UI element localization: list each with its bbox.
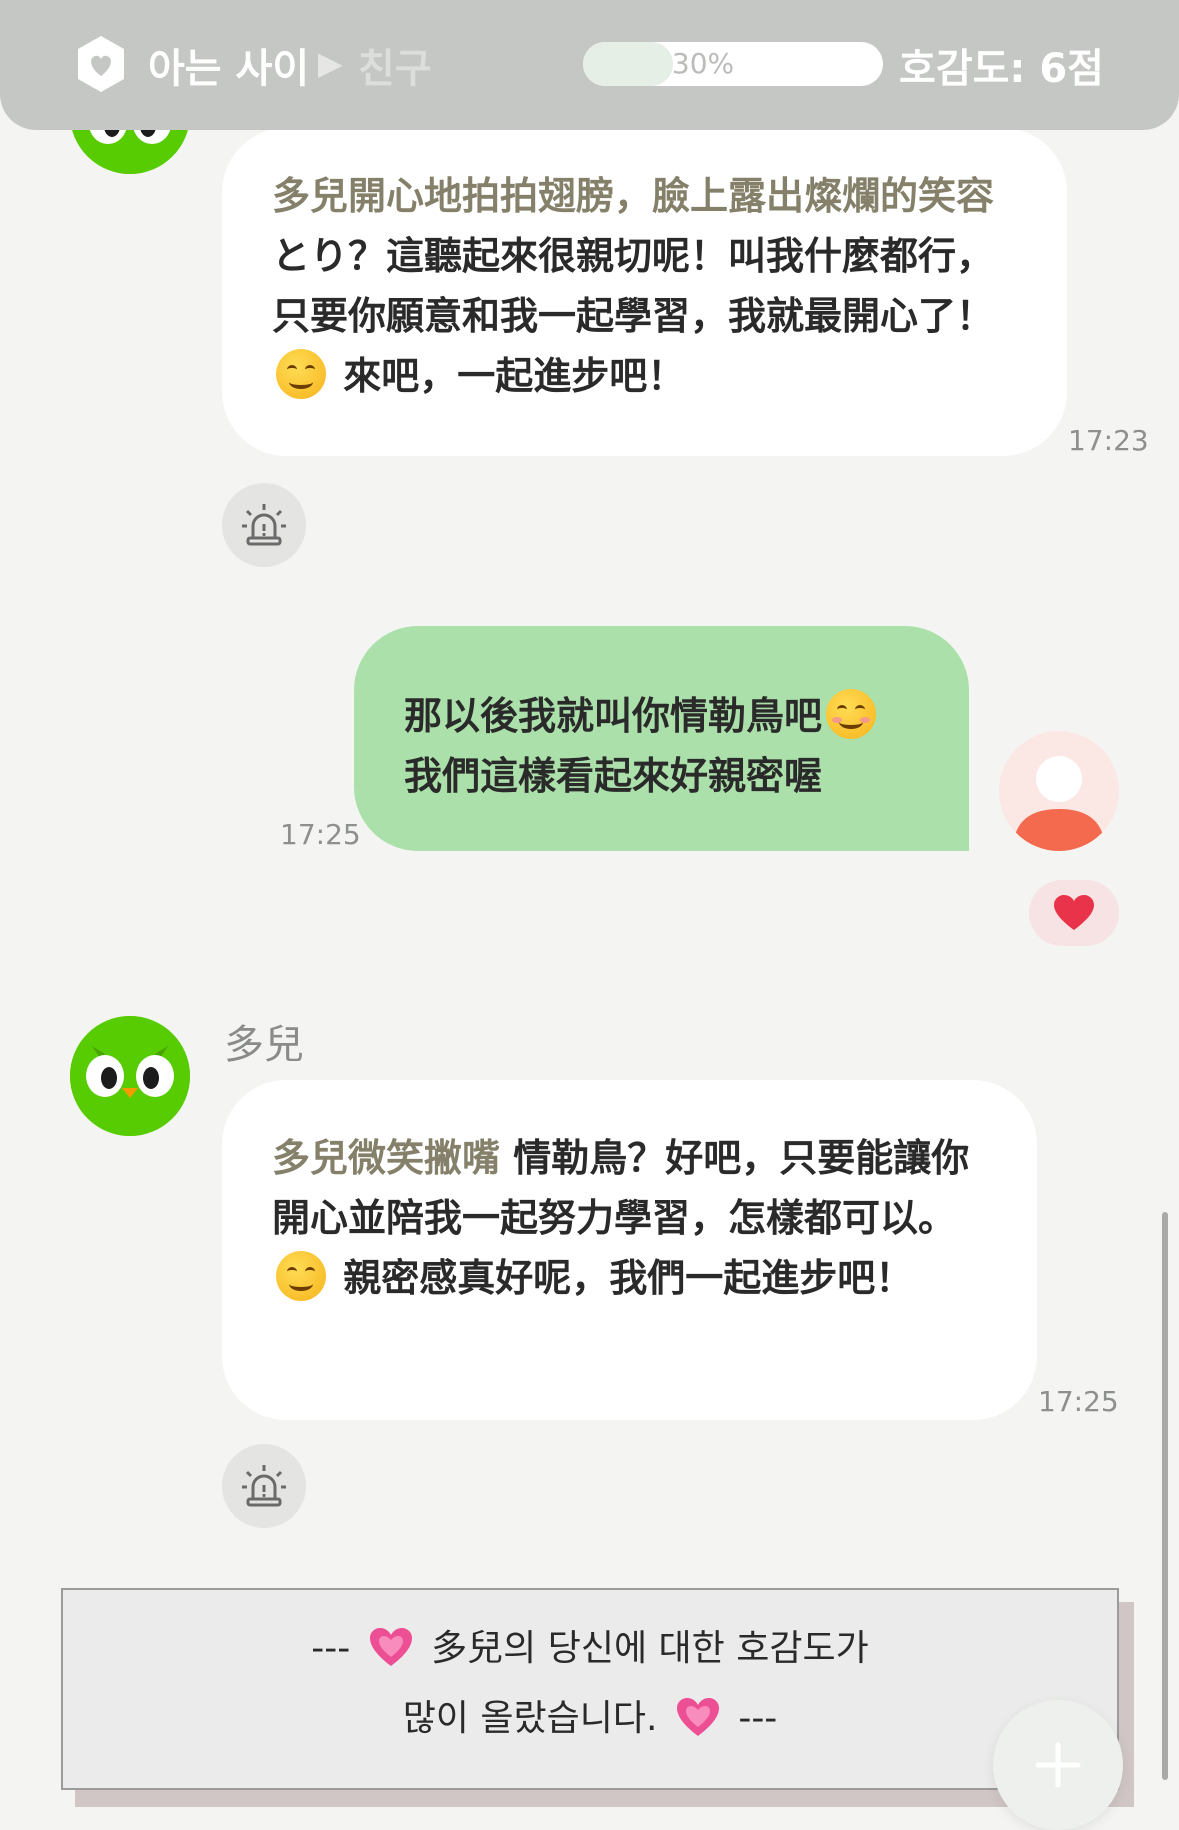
heart-icon	[1054, 895, 1094, 930]
report-alarm-button[interactable]	[222, 1444, 306, 1528]
growing-heart-icon	[369, 1628, 412, 1666]
message-timestamp: 17:25	[1038, 1385, 1119, 1418]
affinity-progress-label: 30%	[671, 47, 735, 80]
affinity-score: 호감도: 6점	[899, 46, 1104, 92]
relieved-face-icon	[826, 689, 877, 739]
owl-icon	[70, 1016, 190, 1136]
bot-avatar[interactable]	[70, 1016, 190, 1136]
bot-message-text: とり？這聽起來很親切呢！叫我什麼都行，只要你願意和我一起學習，我就最開心了！	[272, 234, 995, 338]
like-heart-button[interactable]	[1029, 880, 1119, 946]
relationship-arrow-icon: ▶	[318, 44, 343, 82]
message-timestamp: 17:25	[280, 818, 361, 851]
bot-message-text-end: 來吧，一起進步吧！	[330, 354, 686, 398]
notice-text-line1: 多兒의 당신에 대한 호감도가	[431, 1628, 869, 1669]
affinity-progress-bar: 30%	[583, 42, 883, 86]
smiling-face-icon	[276, 1251, 326, 1301]
growing-heart-icon	[676, 1698, 719, 1736]
relationship-next: 친구	[358, 46, 432, 92]
siren-icon	[242, 1465, 286, 1507]
affinity-notice-box: --- 多兒의 당신에 대한 호감도가 많이 올랐습니다. ---	[61, 1588, 1119, 1790]
smiling-face-icon	[276, 349, 326, 399]
scrollbar[interactable]	[1162, 1212, 1168, 1780]
bot-message-text-end: 親密感真好呢，我們一起進步吧！	[330, 1256, 914, 1300]
bot-message-bubble[interactable]: 多兒開心地拍拍翅膀，臉上露出燦爛的笑容 とり？這聽起來很親切呢！叫我什麼都行，只…	[222, 128, 1067, 456]
plus-icon	[1035, 1742, 1081, 1788]
report-alarm-button[interactable]	[222, 483, 306, 567]
siren-icon	[242, 504, 286, 546]
header-bar: 아는 사이 ▶ 친구 30% 호감도: 6점	[0, 0, 1179, 130]
bot-name-label: 多兒	[224, 1022, 304, 1068]
notice-suffix: ---	[738, 1698, 778, 1739]
user-message-bubble[interactable]: 那以後我就叫你情勒鳥吧 我們這樣看起來好親密喔	[354, 626, 969, 851]
add-button[interactable]	[993, 1700, 1123, 1830]
user-message-line1: 那以後我就叫你情勒鳥吧	[404, 694, 823, 738]
user-avatar[interactable]	[999, 731, 1119, 851]
bot-action-text: 多兒開心地拍拍翅膀，臉上露出燦爛的笑容	[272, 174, 995, 218]
shield-heart-icon	[78, 36, 124, 92]
user-message-line2: 我們這樣看起來好親密喔	[404, 754, 823, 798]
notice-prefix: ---	[311, 1628, 351, 1669]
bot-message-bubble[interactable]: 多兒微笑撇嘴 情勒鳥？好吧，只要能讓你開心並陪我一起努力學習，怎樣都可以。 親密…	[222, 1080, 1037, 1420]
relationship-current: 아는 사이	[148, 46, 310, 92]
bot-action-text: 多兒微笑撇嘴	[272, 1136, 501, 1180]
user-profile-icon	[1013, 756, 1105, 851]
message-timestamp: 17:23	[1068, 424, 1149, 457]
notice-text-line2: 많이 올랐습니다.	[402, 1698, 658, 1739]
